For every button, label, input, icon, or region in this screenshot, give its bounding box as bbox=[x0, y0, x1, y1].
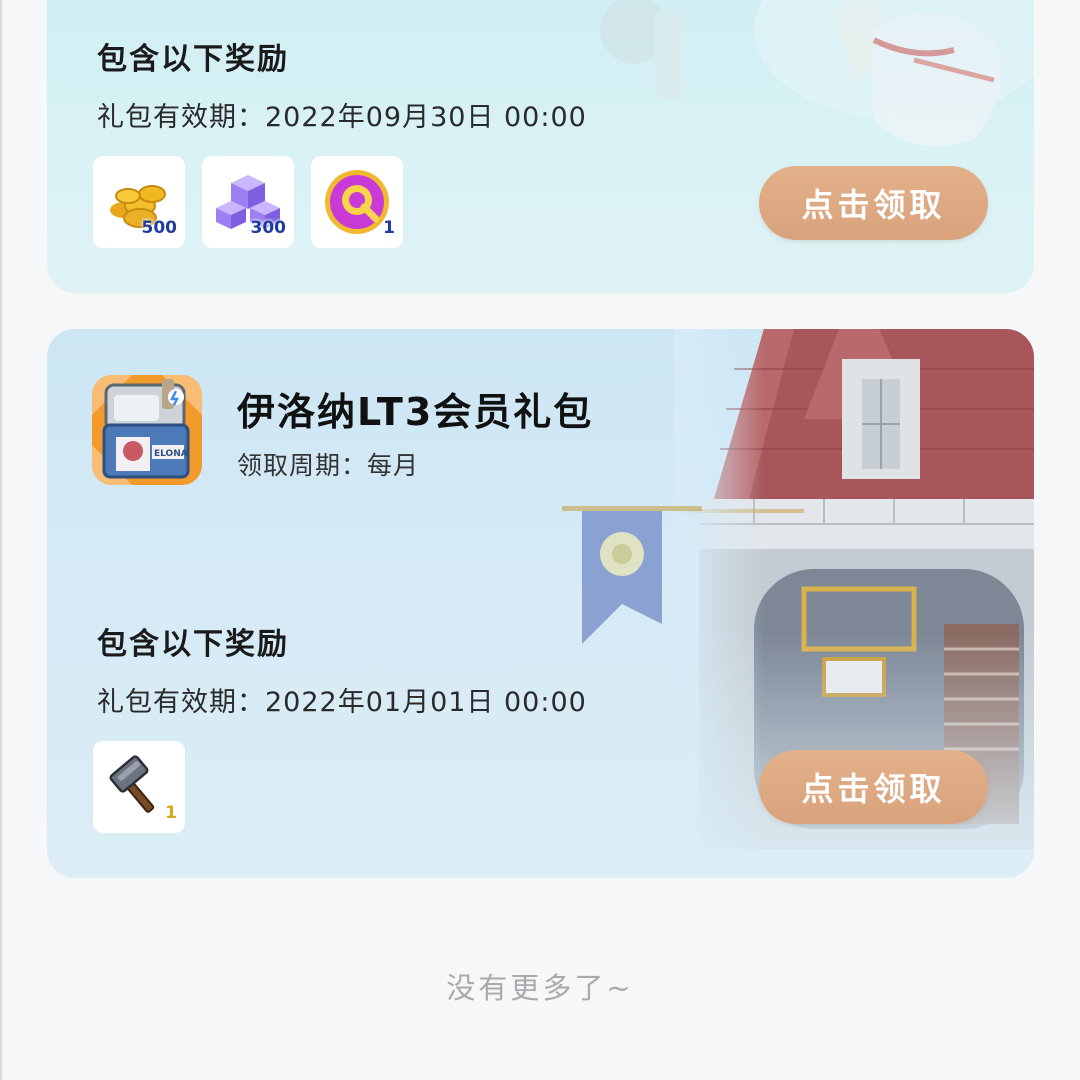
claim-button[interactable]: 点击领取 bbox=[759, 166, 988, 240]
claim-period: 领取周期：每月 bbox=[237, 451, 420, 480]
reward-count: 1 bbox=[383, 218, 395, 238]
reward-item-cubes[interactable]: 300 bbox=[202, 156, 294, 248]
reward-count: 300 bbox=[250, 218, 287, 238]
banner-flag-art bbox=[562, 506, 702, 644]
claim-button[interactable]: 点击领取 bbox=[759, 750, 988, 824]
gift-card-2: ELONA 伊洛纳LT3会员礼包 领取周期：每月 包含以下奖励 礼包有效期：20… bbox=[47, 329, 1034, 878]
reward-item-hammer[interactable]: 1 bbox=[93, 741, 185, 833]
reward-count: 1 bbox=[165, 803, 177, 823]
svg-text:ELONA: ELONA bbox=[154, 449, 188, 459]
no-more-text: 没有更多了~ bbox=[446, 971, 634, 1005]
rewards-heading: 包含以下奖励 bbox=[97, 42, 289, 77]
reward-item-gold[interactable]: 500 bbox=[93, 156, 185, 248]
reward-item-q-coin[interactable]: 1 bbox=[311, 156, 403, 248]
q-coin-icon bbox=[325, 170, 389, 234]
gift-card-1: 包含以下奖励 礼包有效期：2022年09月30日 00:00 500 300 1… bbox=[47, 0, 1034, 293]
reward-count: 500 bbox=[141, 218, 178, 238]
validity-date: 礼包有效期：2022年01月01日 00:00 bbox=[97, 687, 587, 718]
validity-date: 礼包有效期：2022年09月30日 00:00 bbox=[97, 102, 587, 133]
gift-title: 伊洛纳LT3会员礼包 bbox=[237, 390, 594, 434]
elona-app-icon: ELONA bbox=[92, 375, 202, 485]
screen-edge bbox=[0, 0, 2, 1080]
hammer-icon bbox=[109, 755, 155, 813]
rewards-heading: 包含以下奖励 bbox=[97, 627, 289, 662]
